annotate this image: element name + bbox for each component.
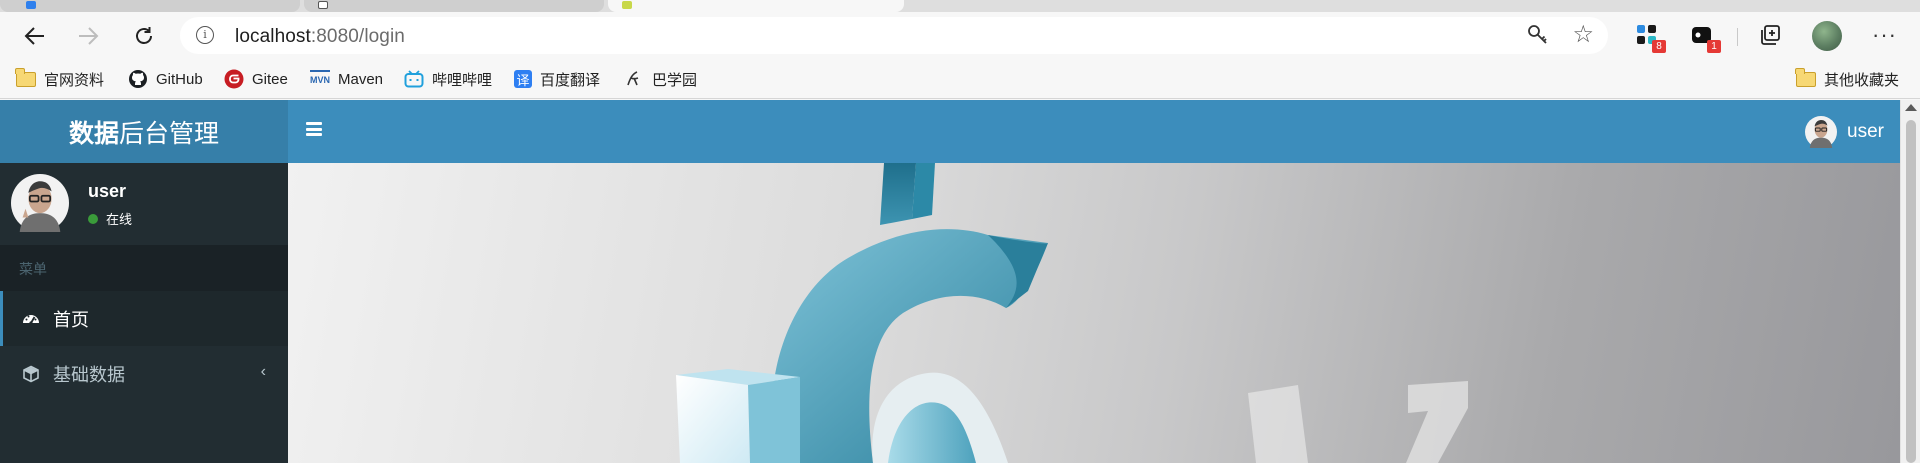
url-path: :8080/login [310, 26, 405, 47]
sidebar-username: user [88, 181, 127, 201]
collections-icon[interactable] [1756, 21, 1786, 51]
bookmark-label: 官网资料 [44, 71, 105, 89]
cube-icon [21, 364, 41, 384]
more-menu-icon[interactable]: ··· [1872, 22, 1897, 48]
sidebar: user 在线 菜单 首页 基础数据 ‹ [0, 163, 288, 463]
gitee-icon [224, 69, 244, 89]
dollar-sign-hero-image [676, 163, 1468, 463]
bookmark-label: Gitee [252, 70, 288, 88]
sidebar-avatar [11, 174, 69, 232]
bookmark-label: 哔哩哔哩 [432, 71, 493, 89]
favorite-star-icon[interactable]: ☆ [1572, 20, 1594, 49]
extension-badge: 1 [1707, 40, 1721, 53]
password-key-icon[interactable] [1526, 23, 1550, 52]
online-status-label: 在线 [106, 212, 133, 227]
bookmark-label: 百度翻译 [540, 71, 601, 89]
bookmark-item[interactable]: Gitee [224, 68, 288, 90]
bookmark-item[interactable]: 巴学园 [624, 68, 697, 90]
address-bar[interactable]: i localhost:8080/login ☆ [180, 17, 1608, 54]
url-host: localhost [235, 26, 311, 47]
other-bookmarks-label: 其他收藏夹 [1824, 71, 1900, 89]
extension-apps-icon[interactable]: 8 [1632, 21, 1666, 53]
page-scrollbar[interactable] [1900, 100, 1920, 463]
browser-toolbar: i localhost:8080/login ☆ 8 1 ··· [0, 12, 1920, 59]
brand-logo[interactable]: 数据 后台管理 [0, 100, 288, 163]
back-button[interactable] [19, 20, 51, 52]
reload-icon [136, 27, 152, 44]
bookmark-label: GitHub [156, 70, 203, 88]
scrollbar-thumb[interactable] [1906, 120, 1916, 463]
browser-tab-active[interactable] [608, 0, 904, 12]
github-icon [128, 70, 148, 88]
sidebar-item-home[interactable]: 首页 [0, 291, 288, 346]
bookmark-item[interactable]: 译 百度翻译 [514, 68, 600, 90]
bookmark-item[interactable]: 官网资料 [15, 67, 105, 90]
baidu-translate-icon: 译 [514, 70, 532, 88]
toolbar-separator [1737, 28, 1738, 46]
header-username: user [1847, 120, 1884, 142]
profile-avatar[interactable] [1812, 21, 1842, 51]
top-navbar: user [288, 100, 1900, 163]
content-area [288, 163, 1900, 463]
header-user-menu[interactable]: user [1805, 100, 1884, 163]
bookmark-item[interactable]: MVN Maven [310, 68, 383, 90]
browser-tab-strip [0, 0, 1920, 12]
brand-rest: 后台管理 [119, 119, 220, 148]
bookmark-label: 巴学园 [652, 71, 698, 89]
browser-tab[interactable] [304, 0, 604, 12]
bookmarks-bar: 官网资料 GitHub Gitee MVN Maven 哔哩哔哩 译 百度翻译 … [0, 59, 1920, 99]
extension-puzzle-icon[interactable]: 1 [1687, 21, 1721, 53]
folder-icon [15, 67, 36, 88]
forward-button[interactable] [72, 20, 104, 52]
folder-icon [1795, 67, 1816, 88]
extension-badge: 8 [1652, 40, 1666, 53]
sidebar-toggle-icon[interactable] [306, 122, 322, 136]
admin-app: 数据 后台管理 user user 在线 菜单 首页 基础数据 ‹ [0, 100, 1920, 463]
baxueyuan-icon [624, 70, 644, 88]
bookmark-item[interactable]: GitHub [128, 68, 203, 90]
tab-favicon-icon [318, 1, 328, 9]
sidebar-item-label: 基础数据 [53, 364, 125, 385]
tab-favicon-icon [26, 1, 36, 9]
online-status: 在线 [88, 209, 132, 228]
brand-bold: 数据 [68, 119, 119, 148]
header-avatar [1805, 115, 1838, 148]
sidebar-item-basic-data[interactable]: 基础数据 ‹ [0, 346, 288, 401]
site-info-icon[interactable]: i [196, 26, 214, 44]
sidebar-user-panel: user 在线 [0, 163, 288, 245]
chevron-left-icon[interactable]: ‹ [261, 363, 266, 381]
back-arrow-icon [24, 27, 44, 45]
bilibili-icon [404, 70, 424, 88]
dashboard-icon [21, 309, 41, 329]
bookmark-label: Maven [338, 70, 384, 88]
forward-arrow-icon [79, 27, 99, 45]
browser-tab[interactable] [0, 0, 300, 12]
scroll-up-arrow-icon[interactable] [1905, 104, 1917, 111]
reload-button[interactable] [128, 20, 160, 52]
tab-favicon-icon [622, 1, 632, 9]
sidebar-item-label: 首页 [53, 309, 89, 330]
maven-icon: MVN [310, 70, 330, 88]
other-bookmarks-folder[interactable]: 其他收藏夹 [1795, 67, 1900, 90]
online-dot-icon [88, 213, 98, 224]
bookmark-item[interactable]: 哔哩哔哩 [404, 68, 492, 90]
menu-header: 菜单 [0, 245, 288, 291]
address-url[interactable]: localhost:8080/login [235, 26, 405, 48]
